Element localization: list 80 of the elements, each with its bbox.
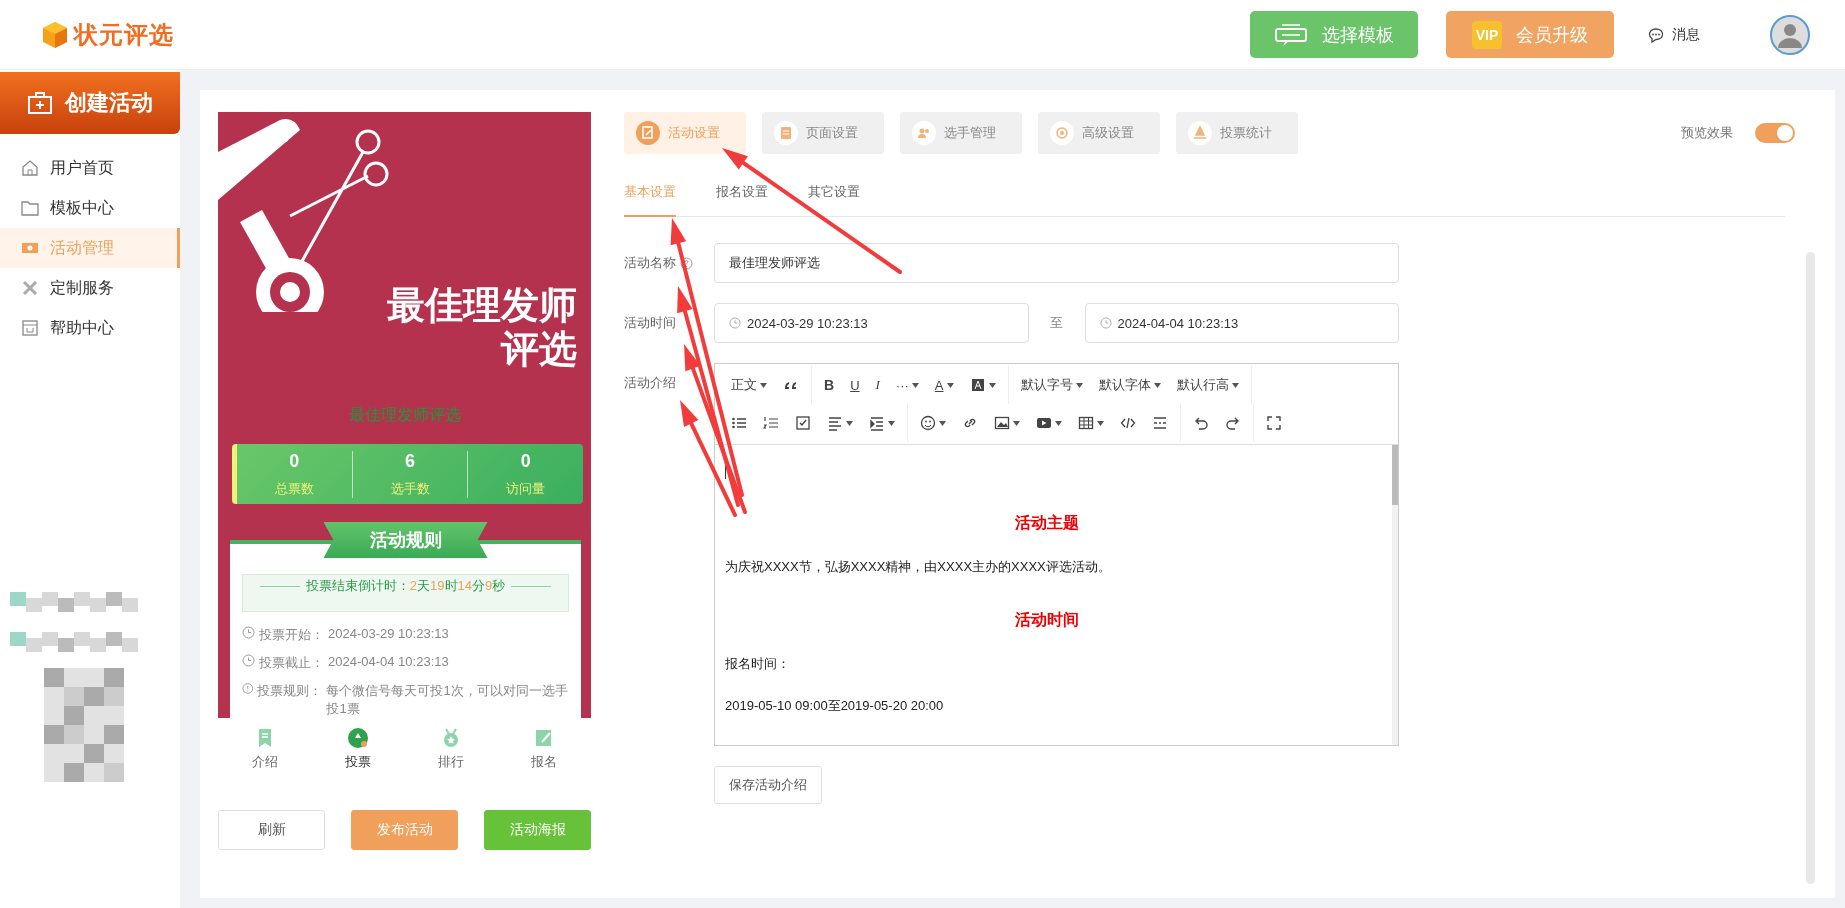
add-box-icon bbox=[27, 91, 53, 115]
caret-icon bbox=[760, 382, 767, 388]
nav-tab[interactable]: 投票 bbox=[311, 718, 405, 780]
rule-label: 投票截止： bbox=[259, 654, 324, 672]
editor-paragraph: 报名时间： bbox=[725, 655, 791, 673]
italic-button[interactable]: I bbox=[867, 370, 888, 400]
sub-tab[interactable]: 报名设置 bbox=[716, 168, 768, 217]
sub-tab[interactable]: 其它设置 bbox=[808, 168, 860, 217]
rule-value: 每个微信号每天可投1次，可以对同一选手投1票 bbox=[326, 682, 569, 718]
sidebar-item[interactable]: 用户首页 bbox=[0, 148, 180, 188]
avatar-icon[interactable] bbox=[1770, 14, 1810, 55]
line-height-dropdown[interactable]: 默认行高 bbox=[1168, 370, 1247, 400]
field-label: 活动时间 bbox=[624, 314, 676, 332]
rule-label: 投票开始： bbox=[259, 626, 324, 644]
clock-icon bbox=[729, 317, 741, 329]
save-intro-button[interactable]: 保存活动介绍 bbox=[714, 766, 822, 804]
banner-subtitle: 最佳理发师评选 bbox=[347, 405, 462, 426]
help-icon[interactable] bbox=[680, 256, 693, 270]
font-family-dropdown[interactable]: 默认字体 bbox=[1090, 370, 1169, 400]
start-time-field[interactable]: 2024-03-29 10:23:13 bbox=[714, 303, 1029, 343]
banner-title: 评选 bbox=[499, 327, 577, 372]
underline-button[interactable]: U bbox=[842, 370, 868, 400]
caret-icon bbox=[911, 382, 919, 388]
home-icon bbox=[20, 158, 40, 178]
create-activity-button[interactable]: 创建活动 bbox=[0, 72, 180, 134]
target-icon bbox=[1050, 121, 1074, 145]
chat-icon bbox=[1648, 26, 1664, 43]
vote-icon bbox=[346, 727, 369, 749]
preview-label: 预览效果 bbox=[1681, 124, 1733, 142]
sidebar-item[interactable]: 帮助中心 bbox=[0, 308, 180, 348]
editor-area[interactable]: 活动主题 为庆祝XXXX节，弘扬XXXX精神，由XXXX主办的XXXX评选活动。 活动时间 报名时间： 2019-05-10 09:00至2019-05-20 20:00 bbox=[715, 445, 1398, 745]
rule-label: 投票规则： bbox=[257, 682, 323, 700]
caret-icon bbox=[1153, 382, 1161, 388]
field-label: 活动名称 bbox=[624, 254, 676, 272]
rule-value: 2024-03-29 10:23:13 bbox=[328, 626, 449, 641]
preview-toggle[interactable] bbox=[1755, 123, 1795, 143]
nav-tab[interactable]: 报名 bbox=[497, 718, 591, 780]
template-icon bbox=[1274, 22, 1308, 47]
banner-title: 最佳理发师 bbox=[387, 284, 577, 328]
rule-value: 2024-04-04 10:23:13 bbox=[328, 654, 449, 669]
stat-label: 访问量 bbox=[506, 479, 546, 498]
name-field[interactable]: 最佳理发师评选 bbox=[714, 243, 1399, 283]
nav-tab[interactable]: 排行 bbox=[404, 718, 498, 780]
editor-heading: 活动主题 bbox=[1013, 513, 1080, 533]
document-icon bbox=[774, 121, 798, 145]
paragraph-dropdown[interactable]: 正文 bbox=[723, 370, 775, 400]
calendar-icon bbox=[20, 318, 40, 338]
stat-value: 6 bbox=[405, 450, 415, 472]
edit-icon bbox=[636, 121, 660, 145]
stat-value: 0 bbox=[520, 450, 531, 472]
stat-label: 选手数 bbox=[390, 479, 430, 498]
messages-link[interactable]: 消息 bbox=[1648, 25, 1700, 44]
editor-paragraph: 为庆祝XXXX节，弘扬XXXX精神，由XXXX主办的XXXX评选活动。 bbox=[725, 558, 1112, 576]
refresh-button[interactable]: 刷新 bbox=[218, 810, 325, 850]
stat-label: 总票数 bbox=[274, 479, 314, 498]
caret-icon bbox=[946, 382, 954, 388]
folder-icon bbox=[20, 198, 40, 218]
field-label: 活动介绍 bbox=[624, 374, 676, 392]
caret-icon bbox=[1231, 382, 1239, 388]
stat-value: 0 bbox=[289, 450, 300, 472]
cube-icon bbox=[40, 19, 70, 50]
editor-heading: 活动时间 bbox=[1013, 610, 1080, 630]
clock-icon bbox=[242, 626, 255, 639]
clock-icon bbox=[1099, 317, 1112, 329]
end-time-field[interactable]: 2024-04-04 10:23:13 bbox=[1084, 303, 1399, 343]
rules-title: 活动规则 bbox=[323, 522, 488, 558]
countdown-text: 投票结束倒计时：2天19时14分9秒 bbox=[305, 577, 506, 595]
sidebar-item[interactable]: 定制服务 bbox=[0, 268, 180, 308]
more-dropdown[interactable]: ··· bbox=[887, 370, 927, 400]
editor-paragraph: 2019-05-10 09:00至2019-05-20 20:00 bbox=[725, 697, 945, 715]
bold-button[interactable]: B bbox=[816, 370, 843, 400]
font-color-dropdown[interactable]: A bbox=[926, 370, 962, 400]
nav-tab[interactable]: 介绍 bbox=[218, 718, 312, 780]
font-size-dropdown[interactable]: 默认字号 bbox=[1012, 370, 1091, 400]
people-icon bbox=[912, 121, 936, 145]
sidebar-item[interactable]: 模板中心 bbox=[0, 188, 180, 228]
range-separator: 至 bbox=[1049, 314, 1064, 332]
caret-icon bbox=[1075, 382, 1083, 388]
clock-icon bbox=[242, 654, 255, 667]
info-icon bbox=[242, 682, 254, 695]
